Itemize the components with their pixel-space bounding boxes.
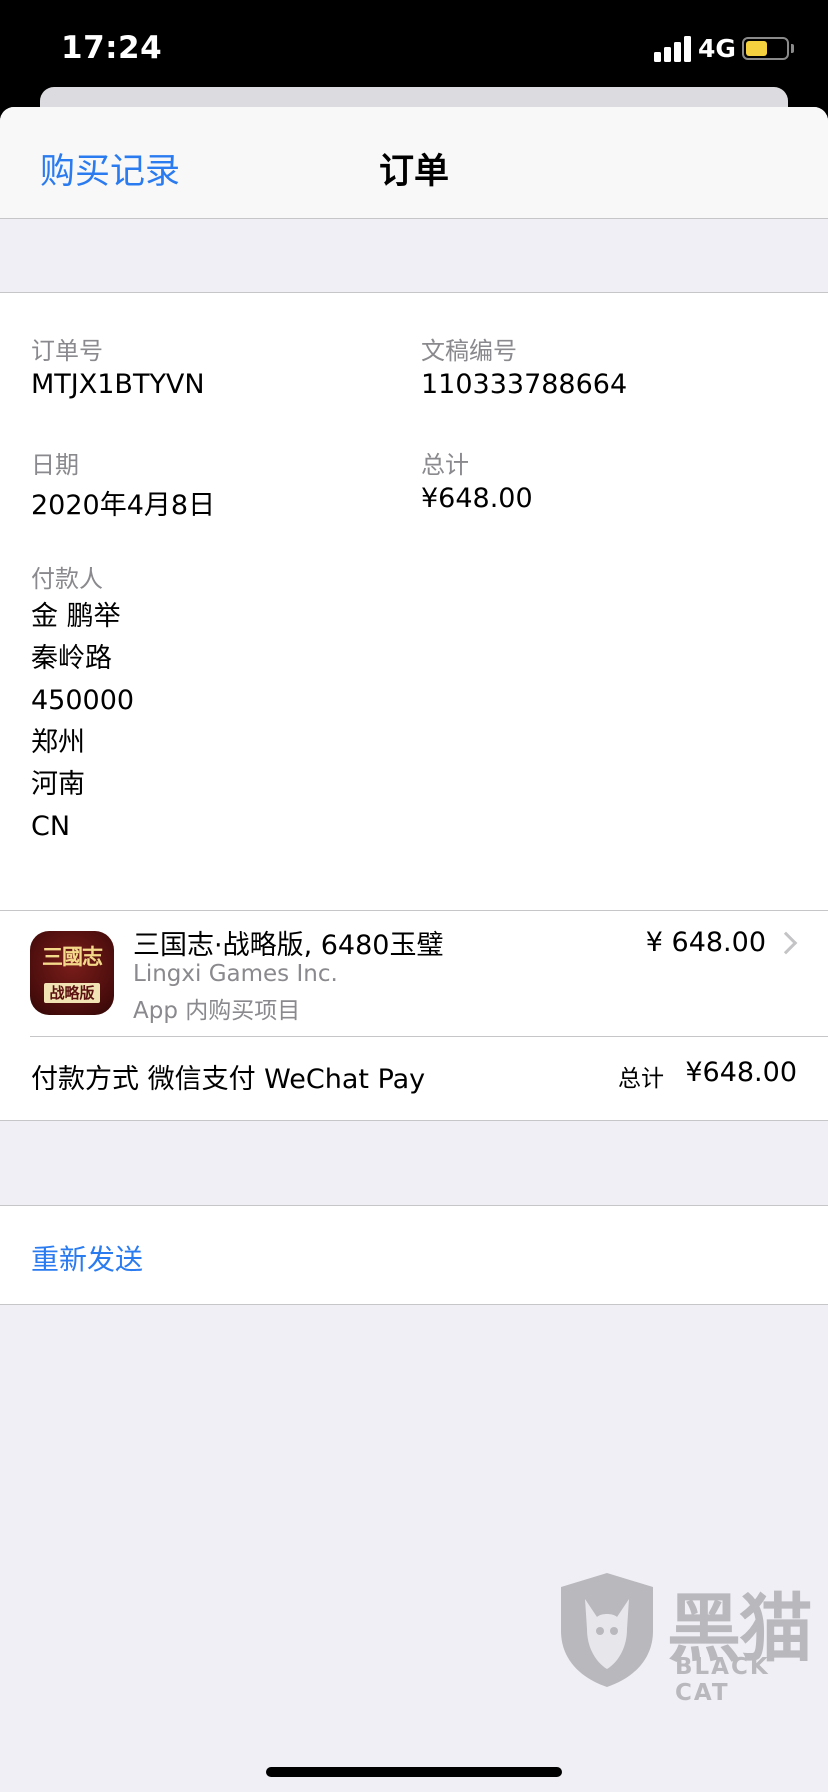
order-number-label: 订单号 — [31, 337, 103, 365]
purchase-item-row[interactable]: 三國志 战略版 三国志·战略版, 6480玉璧 Lingxi Games Inc… — [0, 911, 828, 1036]
payer-label: 付款人 — [31, 565, 103, 593]
app-icon-title: 三國志 — [42, 944, 103, 969]
purchase-section: 三國志 战略版 三国志·战略版, 6480玉璧 Lingxi Games Inc… — [0, 910, 828, 1121]
total-label: 总计 — [421, 451, 469, 479]
item-name: 三国志·战略版, 6480玉璧 — [133, 930, 444, 961]
page-title: 订单 — [378, 152, 449, 192]
date-label: 日期 — [31, 451, 79, 479]
payer-line: 秦岭路 — [31, 643, 112, 674]
order-total: ¥648.00 — [421, 483, 533, 514]
item-price: ¥ 648.00 — [645, 927, 766, 958]
battery-fill — [746, 41, 767, 56]
nav-bar: 购买记录 订单 — [0, 107, 828, 219]
status-time: 17:24 — [61, 30, 163, 66]
app-icon-subtitle: 战略版 — [44, 983, 100, 1003]
battery-icon — [742, 37, 789, 60]
document-number-label: 文稿编号 — [421, 337, 517, 365]
black-cat-watermark: 黑猫 BLACK CAT — [555, 1569, 828, 1792]
signal-icon — [654, 36, 691, 62]
payer-line: 河南 — [31, 769, 85, 800]
order-number: MTJX1BTYVN — [31, 369, 205, 400]
payment-total: ¥648.00 — [685, 1057, 797, 1088]
divider — [30, 1036, 828, 1037]
home-indicator[interactable] — [266, 1767, 562, 1777]
watermark-logo-sub: BLACK CAT — [675, 1654, 770, 1706]
order-sheet: 购买记录 订单 订单号 MTJX1BTYVN 文稿编号 110333788664… — [0, 107, 828, 1792]
payer-line: 金 鹏举 — [31, 601, 121, 632]
item-type: App 内购买项目 — [133, 998, 301, 1024]
battery-cap — [791, 44, 794, 53]
payer-line: 郑州 — [31, 727, 85, 758]
payer-line: 450000 — [31, 685, 135, 716]
payer-address: 金 鹏举 秦岭路 450000 郑州 河南 CN — [31, 596, 134, 848]
payment-total-label: 总计 — [618, 1066, 664, 1092]
network-type: 4G — [698, 34, 736, 63]
payment-method: 付款方式 微信支付 WeChat Pay — [31, 1064, 426, 1095]
black-cat-logo-icon — [561, 1573, 653, 1687]
order-info-section: 订单号 MTJX1BTYVN 文稿编号 110333788664 日期 2020… — [0, 292, 828, 910]
payer-line: CN — [31, 811, 71, 842]
resend-button[interactable]: 重新发送 — [31, 1238, 143, 1278]
resend-section: 重新发送 — [0, 1205, 828, 1305]
item-developer: Lingxi Games Inc. — [133, 961, 338, 987]
chevron-right-icon — [774, 931, 798, 955]
document-number: 110333788664 — [421, 369, 628, 400]
app-icon: 三國志 战略版 — [30, 931, 114, 1015]
status-bar: 17:24 4G — [0, 0, 828, 100]
order-date: 2020年4月8日 — [31, 490, 216, 521]
